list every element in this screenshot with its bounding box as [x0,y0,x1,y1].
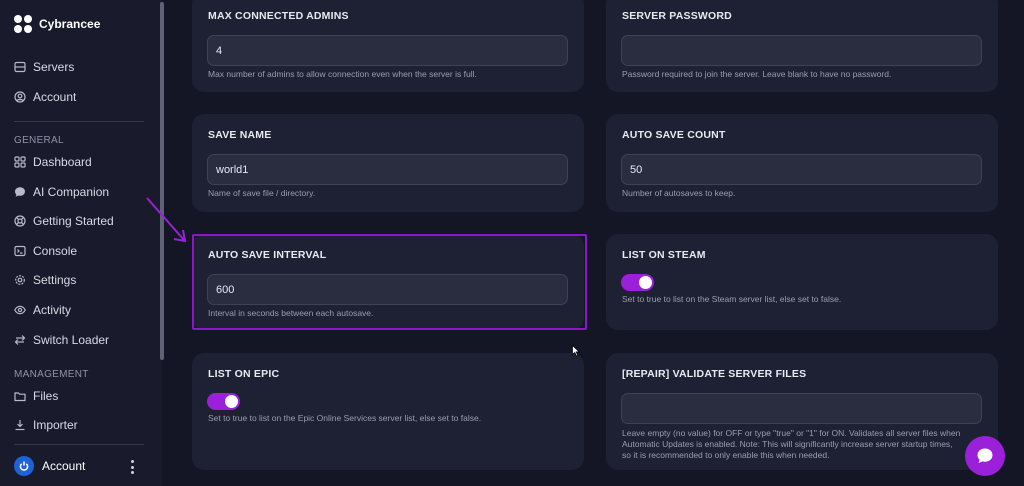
folder-icon [14,390,26,402]
list-on-epic-toggle[interactable] [207,393,240,410]
help-line: so it is recommended to only enable this… [622,450,830,460]
sidebar-item-getting-started[interactable]: Getting Started [14,211,114,231]
help-line: Automatic Updates is enabled. Note: This… [622,439,953,449]
sidebar-item-label: Settings [33,273,77,287]
sidebar-item-settings[interactable]: Settings [14,270,76,290]
server-password-input[interactable] [621,35,982,66]
sidebar-item-servers[interactable]: Servers [14,57,74,77]
card-list-on-steam: LIST ON STEAM Set to true to list on the… [606,234,998,330]
sidebar-divider [14,444,144,445]
lifebuoy-icon [14,215,26,227]
help-line: Leave empty (no value) for OFF or type "… [622,428,961,438]
field-help: Name of save file / directory. [208,188,316,198]
terminal-icon [14,245,26,257]
card-server-password: SERVER PASSWORD Password required to joi… [606,0,998,92]
field-help: Interval in seconds between each autosav… [208,308,374,318]
field-help: Max number of admins to allow connection… [208,69,477,79]
field-help: Password required to join the server. Le… [622,69,892,79]
field-help: Number of autosaves to keep. [622,188,736,198]
sidebar-item-console[interactable]: Console [14,241,77,261]
sidebar-item-account[interactable]: Account [14,87,76,107]
field-help: Set to true to list on the Epic Online S… [208,413,482,423]
dashboard-icon [14,156,26,168]
user-circle-icon [14,91,26,103]
brand-name: Cybrancee [39,17,101,31]
sidebar-scrollbar[interactable] [160,2,164,360]
sidebar-item-label: Servers [33,60,75,74]
eye-icon [14,304,26,316]
toggle-knob [225,395,238,408]
brand[interactable]: Cybrancee [14,15,100,33]
section-label-management: MANAGEMENT [14,369,89,380]
account-label: Account [42,459,86,473]
chat-widget-button[interactable] [965,436,1005,476]
chat-bubble-icon [14,186,26,198]
server-icon [14,61,26,73]
chat-bubble-icon [977,448,993,463]
sidebar-item-label: Dashboard [33,155,92,169]
field-help: Set to true to list on the Steam server … [622,294,842,304]
card-list-on-epic: LIST ON EPIC Set to true to list on the … [192,353,584,470]
sidebar-item-dashboard[interactable]: Dashboard [14,152,92,172]
sidebar-item-label: Getting Started [33,214,114,228]
save-name-input[interactable] [207,154,568,185]
sidebar-item-activity[interactable]: Activity [14,300,71,320]
sidebar-divider [14,121,144,122]
sidebar-item-label: Importer [33,418,78,432]
account-menu[interactable]: Account [14,456,85,476]
auto-save-count-input[interactable] [621,154,982,185]
sidebar-item-label: Console [33,244,78,258]
validate-server-files-input[interactable] [621,393,982,424]
sidebar-item-ai-companion[interactable]: AI Companion [14,182,109,202]
kebab-menu-icon[interactable] [129,460,135,474]
card-title: LIST ON EPIC [208,368,280,380]
sidebar-item-label: Switch Loader [33,333,110,347]
toggle-knob [639,276,652,289]
sidebar-item-files[interactable]: Files [14,386,58,406]
sidebar-item-label: Activity [33,303,72,317]
sidebar-item-importer[interactable]: Importer [14,415,78,435]
power-icon [19,461,29,471]
sidebar-item-label: Files [33,389,59,403]
sidebar: Cybrancee Servers Account GENERAL Dashbo… [0,0,162,486]
card-title: AUTO SAVE COUNT [622,129,726,141]
card-validate-server-files: [REPAIR] VALIDATE SERVER FILES Leave emp… [606,353,998,470]
card-auto-save-count: AUTO SAVE COUNT Number of autosaves to k… [606,114,998,212]
auto-save-interval-input[interactable] [207,274,568,305]
card-max-connected-admins: MAX CONNECTED ADMINS Max number of admin… [192,0,584,92]
sidebar-item-label: AI Companion [33,185,110,199]
gear-icon [14,274,26,286]
avatar [14,456,34,476]
sidebar-item-switch-loader[interactable]: Switch Loader [14,330,109,350]
card-title: SAVE NAME [208,129,272,141]
card-auto-save-interval: AUTO SAVE INTERVAL Interval in seconds b… [192,234,584,330]
list-on-steam-toggle[interactable] [621,274,654,291]
swap-arrows-icon [14,334,26,346]
brand-logo-icon [14,15,32,33]
card-title: SERVER PASSWORD [622,10,732,22]
card-title: AUTO SAVE INTERVAL [208,249,327,261]
annotation-arrow-icon [146,197,187,243]
card-title: LIST ON STEAM [622,249,706,261]
field-help: Leave empty (no value) for OFF or type "… [622,428,960,461]
download-icon [14,419,26,431]
card-save-name: SAVE NAME Name of save file / directory. [192,114,584,212]
mouse-cursor-icon [572,345,580,357]
sidebar-item-label: Account [33,90,77,104]
card-title: MAX CONNECTED ADMINS [208,10,349,22]
max-admins-input[interactable] [207,35,568,66]
card-title: [REPAIR] VALIDATE SERVER FILES [622,368,807,380]
section-label-general: GENERAL [14,135,64,146]
